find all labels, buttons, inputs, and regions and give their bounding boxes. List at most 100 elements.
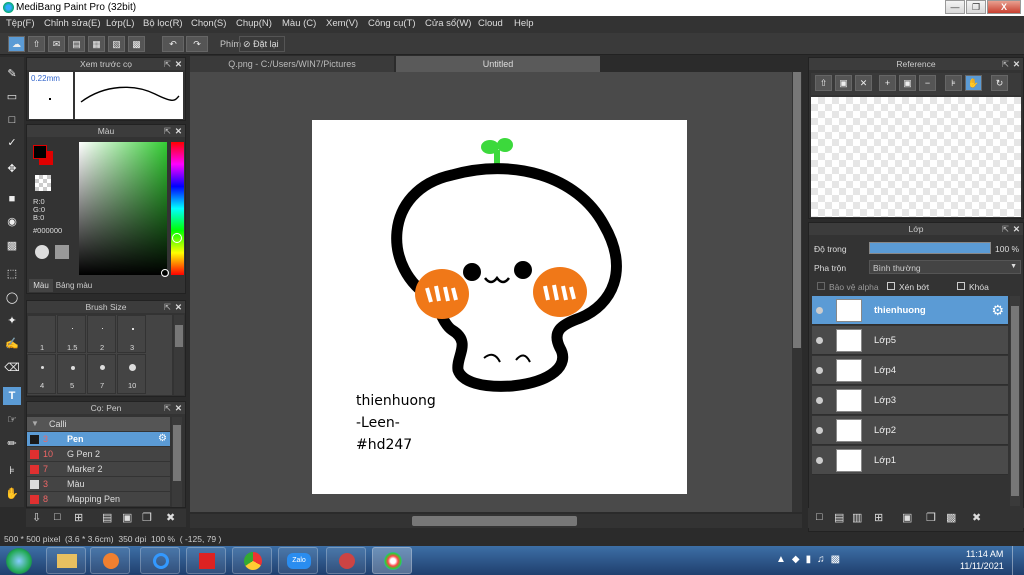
eyedropper-icon[interactable]: ⊧ [3, 462, 21, 480]
folder-icon[interactable]: ▣ [902, 511, 912, 524]
layer-row[interactable]: Lớp4 [812, 356, 1008, 385]
duplicate-icon[interactable]: ❐ [926, 511, 936, 524]
close-button[interactable]: X [987, 0, 1021, 14]
operation-tool-icon[interactable]: ☞ [3, 411, 21, 429]
undock-icon[interactable]: ⇱ [1002, 58, 1009, 70]
eye-icon[interactable] [816, 427, 823, 434]
eraser-tool-icon[interactable]: ▭ [3, 88, 21, 106]
show-desktop-button[interactable] [1012, 546, 1024, 575]
menu-file[interactable]: Tệp(F) [6, 18, 35, 29]
share-icon[interactable]: ⇧ [28, 36, 45, 52]
new-layer-1bit-icon[interactable]: ▥ [852, 511, 862, 524]
menu-filter[interactable]: Bộ lọc(R) [143, 18, 183, 29]
document-icon[interactable]: ▤ [68, 36, 85, 52]
protect-alpha-checkbox[interactable] [817, 282, 825, 290]
brush-list-scrollbar[interactable] [172, 417, 182, 507]
brush-size-cell[interactable]: 1 [27, 315, 56, 353]
undock-icon[interactable]: ⇱ [1002, 223, 1009, 235]
brush-item[interactable]: 3 Pen ⚙ [27, 432, 170, 447]
network-icon[interactable]: ▲ [776, 554, 792, 565]
start-button[interactable] [6, 548, 32, 574]
undock-icon[interactable]: ⇱ [164, 402, 171, 414]
bucket-tool-icon[interactable]: ◉ [3, 213, 21, 231]
dot-tool-icon[interactable]: ✓ [3, 134, 21, 152]
zoom-in-icon[interactable]: + [879, 75, 896, 91]
scroll-thumb[interactable] [175, 325, 183, 347]
magic-wand-icon[interactable]: ✦ [3, 312, 21, 330]
brush-item[interactable]: 10 G Pen 2 [27, 447, 170, 462]
close-icon[interactable]: ✕ [175, 58, 182, 70]
eye-icon[interactable] [816, 457, 823, 464]
hue-handle[interactable] [172, 233, 182, 243]
close-icon[interactable]: ✕ [175, 402, 182, 414]
brush-group-row[interactable]: ▼ Calli [27, 417, 170, 432]
menu-color[interactable]: Màu (C) [282, 18, 316, 29]
canvas-hscrollbar[interactable] [190, 514, 802, 528]
eyedropper-icon[interactable]: ⊧ [945, 75, 962, 91]
undock-icon[interactable]: ⇱ [164, 58, 171, 70]
add-layer-menu-icon[interactable]: ⊞ [874, 511, 883, 524]
hand-icon[interactable]: ✋ [965, 75, 982, 91]
merge-icon[interactable]: ▩ [946, 511, 956, 524]
close-icon[interactable]: ✕ [1013, 58, 1020, 70]
scroll-thumb[interactable] [173, 425, 181, 481]
layer-row[interactable]: Lớp3 [812, 386, 1008, 415]
eye-icon[interactable] [816, 337, 823, 344]
trash-icon[interactable]: ✖ [166, 511, 175, 524]
brush-item[interactable]: 8 Mapping Pen [27, 492, 170, 507]
hue-slider[interactable] [171, 142, 184, 275]
folder-icon[interactable]: ▣ [835, 75, 852, 91]
reference-canvas[interactable] [811, 97, 1021, 217]
undock-icon[interactable]: ⇱ [164, 301, 171, 313]
clipping-checkbox[interactable] [887, 282, 895, 290]
menu-cloud[interactable]: Cloud [478, 18, 503, 29]
menu-help[interactable]: Help [514, 18, 534, 29]
menu-edit[interactable]: Chỉnh sửa(E) [44, 18, 101, 29]
color-picker-field[interactable] [79, 142, 167, 275]
color-mix-icon[interactable] [55, 245, 69, 259]
scroll-thumb[interactable] [1011, 306, 1019, 496]
text-tool-icon[interactable]: T [3, 387, 21, 405]
rotate-icon[interactable]: ↻ [991, 75, 1008, 91]
panel-icon[interactable]: ▧ [108, 36, 125, 52]
explorer-icon[interactable] [46, 547, 86, 574]
eye-icon[interactable] [816, 367, 823, 374]
new-brush-icon[interactable]: □ [54, 511, 61, 523]
select-pen-icon[interactable]: ✍ [3, 335, 21, 353]
chrome-icon[interactable] [232, 547, 272, 574]
canvas-vscrollbar[interactable] [792, 72, 802, 512]
gear-icon[interactable]: ⚙ [158, 433, 167, 444]
move-tool-icon[interactable]: ✥ [3, 160, 21, 178]
primary-color-swatch[interactable] [33, 145, 47, 159]
grid-icon[interactable]: ▩ [128, 36, 145, 52]
folder-icon[interactable]: ▣ [122, 511, 132, 524]
cloud-icon[interactable]: ☁ [8, 36, 25, 52]
lasso-icon[interactable]: ◯ [3, 289, 21, 307]
redo-icon[interactable]: ↷ [186, 36, 208, 52]
fit-icon[interactable]: ▣ [899, 75, 916, 91]
transparent-color-swatch[interactable] [35, 175, 51, 191]
tab-file2[interactable]: Untitled [396, 56, 600, 72]
close-icon[interactable]: ✕ [175, 301, 182, 313]
menu-layer[interactable]: Lớp(L) [106, 18, 134, 29]
select-eraser-icon[interactable]: ⌫ [3, 359, 21, 377]
tab-file1[interactable]: Q.png - C:/Users/WIN7/Pictures [190, 56, 394, 72]
select-rect-icon[interactable]: ⬚ [3, 265, 21, 283]
media-player-icon[interactable] [90, 547, 130, 574]
bluetooth-icon[interactable]: ◆ [792, 554, 806, 565]
trash-icon[interactable]: ✖ [972, 511, 981, 524]
tab-color[interactable]: Màu [29, 279, 53, 292]
brush-size-cell[interactable]: 10 [117, 354, 146, 394]
brush-item[interactable]: 7 Marker 2 [27, 462, 170, 477]
lock-checkbox[interactable] [957, 282, 965, 290]
layer-row[interactable]: Lớp2 [812, 416, 1008, 445]
scroll-thumb[interactable] [412, 516, 577, 526]
new-layer-8bit-icon[interactable]: ▤ [834, 511, 844, 524]
undock-icon[interactable]: ⇱ [164, 125, 171, 137]
brush-settings-icon[interactable]: ▤ [102, 511, 112, 524]
palette-icon[interactable] [35, 245, 49, 259]
drawing-paper[interactable]: thienhuong -Leen- #hd247 [312, 120, 687, 494]
reset-button[interactable]: ⊘ Đặt lại [239, 36, 285, 52]
close-icon[interactable]: ✕ [175, 125, 182, 137]
gradient-tool-icon[interactable]: ▩ [3, 237, 21, 255]
